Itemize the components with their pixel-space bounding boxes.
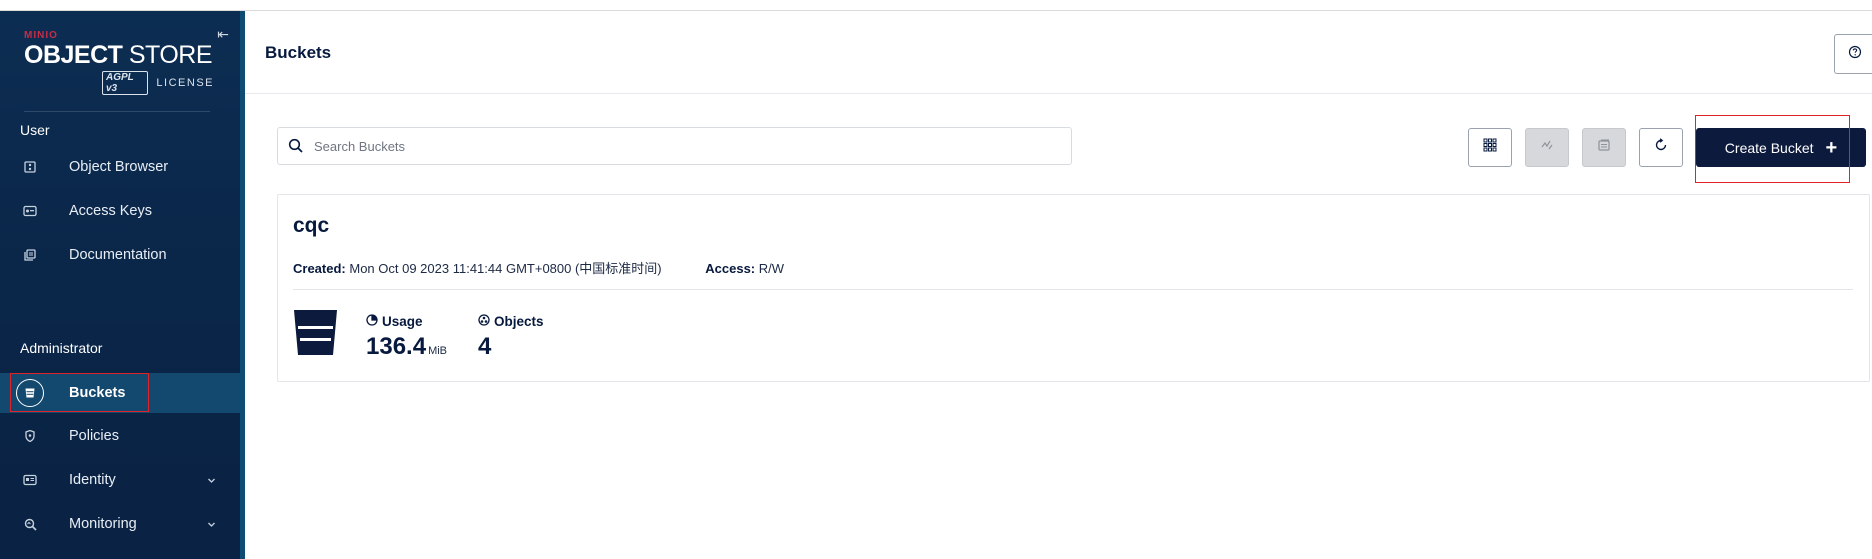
usage-stat: Usage 136.4 MiB — [366, 314, 447, 361]
objects-value-row: 4 — [478, 333, 544, 361]
bucket-icon — [16, 379, 44, 407]
usage-label: Usage — [382, 314, 423, 329]
access-value: R/W — [758, 261, 785, 276]
app-root: ⇤ MINIO OBJECT STORE AGPL v3 LICENSE Use… — [0, 0, 1872, 559]
created-value: Mon Oct 09 2023 11:41:44 GMT+0800 (中国标准时… — [349, 261, 662, 276]
replication-icon — [1540, 138, 1554, 157]
card-divider — [293, 289, 1853, 290]
search-input[interactable] — [314, 138, 1054, 154]
sidebar-item-label: Monitoring — [69, 516, 137, 532]
license-text: LICENSE — [156, 77, 214, 89]
chevron-down-icon[interactable] — [207, 516, 216, 534]
refresh-icon — [1654, 138, 1668, 157]
sidebar-item-label: Documentation — [69, 247, 167, 263]
bucket-meta: Created: Mon Oct 09 2023 11:41:44 GMT+08… — [293, 258, 784, 277]
usage-value-row: 136.4 MiB — [366, 333, 447, 361]
bucket-name[interactable]: cqc — [293, 214, 329, 238]
agpl-badge: AGPL v3 — [102, 71, 149, 95]
sidebar-item-policies[interactable]: Policies — [10, 416, 240, 456]
sidebar-item-documentation[interactable]: Documentation — [10, 235, 240, 275]
sidebar-item-label: Object Browser — [69, 159, 169, 175]
usage-value: 136.4 — [366, 333, 427, 360]
sidebar-item-label: Access Keys — [69, 203, 152, 219]
browser-top-edge — [0, 0, 1872, 11]
bucket-icon — [293, 309, 338, 357]
sidebar-item-object-browser[interactable]: Object Browser — [10, 147, 240, 187]
monitoring-icon — [16, 510, 44, 538]
refresh-button[interactable] — [1639, 128, 1683, 167]
lifecycle-button[interactable] — [1582, 128, 1626, 167]
search-icon — [288, 138, 304, 154]
plus-icon: + — [1825, 136, 1838, 159]
chevron-down-icon[interactable] — [207, 472, 216, 490]
logo-license: AGPL v3 LICENSE — [24, 71, 214, 95]
documentation-icon — [16, 241, 44, 269]
section-administrator: Administrator — [20, 340, 103, 356]
shield-icon — [16, 422, 44, 450]
help-button[interactable] — [1834, 34, 1872, 74]
select-multiple-button[interactable] — [1468, 128, 1512, 167]
objects-stat: Objects 4 — [478, 314, 544, 361]
search-buckets-field[interactable] — [277, 127, 1072, 165]
replication-button[interactable] — [1525, 128, 1569, 167]
lifecycle-icon — [1597, 138, 1611, 157]
objects-label: Objects — [494, 314, 544, 329]
sidebar-item-monitoring[interactable]: Monitoring — [10, 504, 240, 544]
sidebar-item-buckets[interactable]: Buckets — [0, 373, 240, 413]
access-label: Access: — [705, 261, 756, 276]
logo: MINIO OBJECT STORE AGPL v3 LICENSE — [24, 31, 214, 95]
objects-icon — [478, 314, 490, 329]
create-bucket-button[interactable]: Create Bucket + — [1696, 128, 1866, 167]
page-header: Buckets — [245, 11, 1872, 94]
grid-icon — [1483, 138, 1497, 157]
bucket-card[interactable]: cqc Created: Mon Oct 09 2023 11:41:44 GM… — [277, 194, 1870, 382]
access-info: Access: R/W — [705, 261, 784, 276]
sidebar-item-identity[interactable]: Identity — [10, 460, 240, 500]
logo-brand: MINIO — [24, 30, 58, 41]
sidebar-item-label: Identity — [69, 472, 116, 488]
usage-unit: MiB — [428, 345, 448, 357]
page-title: Buckets — [265, 43, 332, 62]
help-icon — [1848, 45, 1862, 64]
pie-chart-icon — [366, 314, 378, 329]
logo-title-light: STORE — [122, 41, 213, 69]
logo-title-bold: OBJECT — [24, 41, 123, 69]
sidebar-item-label: Buckets — [69, 385, 126, 401]
objects-label-row: Objects — [478, 314, 544, 329]
logo-divider — [24, 111, 210, 112]
main-content: Buckets Search Buckets Create Bucket + c… — [245, 11, 1872, 559]
objects-value: 4 — [478, 333, 492, 360]
collapse-sidebar-icon[interactable]: ⇤ — [214, 25, 232, 43]
sidebar-item-label: Policies — [69, 428, 119, 444]
create-bucket-label: Create Bucket — [1724, 139, 1814, 156]
identity-icon — [16, 466, 44, 494]
created-label: Created: — [293, 261, 346, 276]
object-browser-icon — [16, 153, 44, 181]
sidebar: ⇤ MINIO OBJECT STORE AGPL v3 LICENSE Use… — [0, 11, 245, 559]
section-user: User — [20, 122, 50, 138]
usage-label-row: Usage — [366, 314, 447, 329]
logo-title: OBJECT STORE — [24, 41, 214, 69]
sidebar-item-access-keys[interactable]: Access Keys — [10, 191, 240, 231]
access-keys-icon — [16, 197, 44, 225]
